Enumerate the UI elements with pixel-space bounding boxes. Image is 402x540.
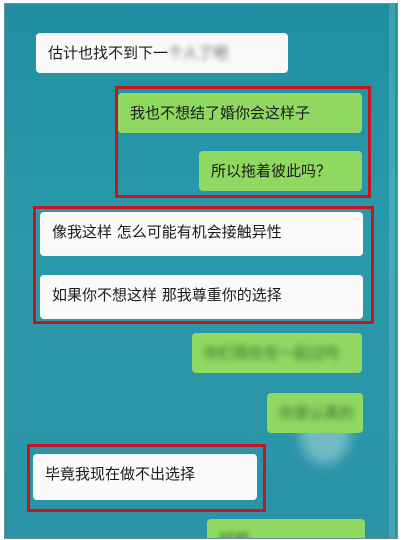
outgoing-message-bubble[interactable]: 好吧 xyxy=(207,519,365,539)
obscured-message-text: 好吧 xyxy=(219,530,250,539)
outgoing-message-bubble[interactable]: 你是认真的 xyxy=(267,393,363,433)
message-text: 所以拖着彼此吗？ xyxy=(211,162,332,180)
scrollbar[interactable] xyxy=(389,4,395,538)
message-text: 估计也找不到下一 xyxy=(48,44,169,62)
outgoing-message-bubble[interactable]: 所以拖着彼此吗？ xyxy=(199,151,362,191)
incoming-message-bubble[interactable]: 如果你不想这样 那我尊重你的选择 xyxy=(40,275,363,319)
chat-window: 估计也找不到下一个人了吧 我也不想结了婚你会这样子 所以拖着彼此吗？ 像我这样 … xyxy=(4,3,398,539)
obscured-message-text: 你是认真的 xyxy=(279,404,355,422)
message-text: 毕竟我现在做不出选择 xyxy=(45,465,196,483)
obscured-message-text: 个人了吧 xyxy=(168,44,229,62)
message-text: 如果你不想这样 那我尊重你的选择 xyxy=(52,286,282,304)
message-text: 我也不想结了婚你会这样子 xyxy=(130,104,311,122)
incoming-message-bubble[interactable]: 毕竟我现在做不出选择 xyxy=(33,454,257,500)
obscured-message-text: 你们现在在一起过吗 xyxy=(204,344,340,362)
outgoing-message-bubble[interactable]: 你们现在在一起过吗 xyxy=(192,333,362,373)
message-text: 像我这样 怎么可能有机会接触异性 xyxy=(52,223,282,241)
incoming-message-bubble[interactable]: 估计也找不到下一个人了吧 xyxy=(36,33,288,73)
incoming-message-bubble[interactable]: 像我这样 怎么可能有机会接触异性 xyxy=(40,212,363,256)
outgoing-message-bubble[interactable]: 我也不想结了婚你会这样子 xyxy=(118,93,362,133)
